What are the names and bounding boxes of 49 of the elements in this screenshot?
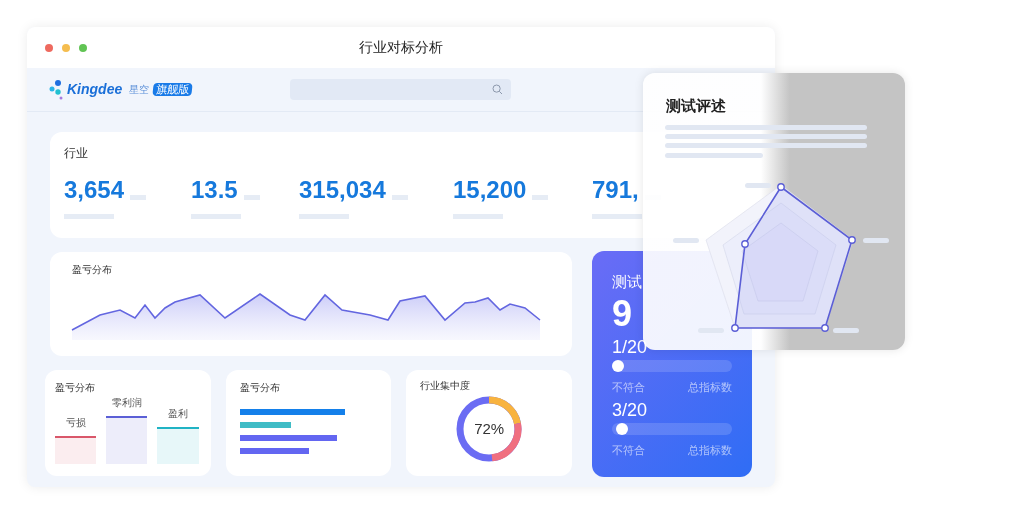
logo-text: Kingdee xyxy=(67,80,123,99)
bar-label: 盈利 xyxy=(168,407,189,421)
radar-point xyxy=(848,236,856,244)
placeholder-bar xyxy=(532,195,549,200)
bar-label: 亏损 xyxy=(65,416,86,430)
card-title: 行业 xyxy=(64,145,88,162)
progress-label: 总指标数 xyxy=(688,443,732,458)
radar-point xyxy=(731,324,739,332)
bar-label: 零利润 xyxy=(111,396,142,410)
radar-point xyxy=(821,324,829,332)
axis-label-placeholder xyxy=(833,328,859,333)
stat-value: 3,654 xyxy=(64,176,125,204)
placeholder-bar xyxy=(299,214,349,219)
radar-point xyxy=(741,240,749,248)
placeholder-bar xyxy=(64,214,114,219)
panel-title: 测试评述 xyxy=(666,96,726,116)
progress-reading: 3/20 xyxy=(612,399,649,421)
stat-value: 315,034 xyxy=(299,176,386,204)
placeholder-bar xyxy=(453,214,503,219)
card-title: 盈亏分布 xyxy=(55,381,96,395)
window-title: 行业对标分析 xyxy=(359,38,443,57)
placeholder-bar xyxy=(243,195,260,200)
axis-label-placeholder xyxy=(745,183,771,188)
logo-subtitle: 星空 xyxy=(129,83,150,97)
card-title: 行业集中度 xyxy=(420,379,472,393)
stat-value: 13.5 xyxy=(191,176,238,204)
search-field[interactable] xyxy=(290,79,511,100)
card-title: 盈亏分布 xyxy=(239,381,281,395)
percentage-value: 72% xyxy=(474,418,505,439)
stat-value: 15,200 xyxy=(453,176,527,204)
edition-badge: 旗舰版 xyxy=(152,83,193,96)
progress-label: 不符合 xyxy=(612,379,645,395)
axis-label-placeholder xyxy=(863,238,889,243)
placeholder-bar xyxy=(391,195,408,200)
placeholder-bar xyxy=(592,214,642,219)
axis-label-placeholder xyxy=(673,238,699,243)
dots-logo-icon xyxy=(49,79,63,100)
card-title: 测试 xyxy=(612,272,643,292)
progress-label: 不符合 xyxy=(612,443,645,458)
card-title: 盈亏分布 xyxy=(72,263,112,277)
donut-ring-drawing xyxy=(455,395,524,463)
score-value: 9 xyxy=(612,293,633,334)
placeholder-bar xyxy=(130,195,147,200)
stat-value: 791, xyxy=(592,176,639,204)
radar-point xyxy=(777,183,785,191)
progress-reading: 1/20 xyxy=(612,335,649,358)
progress-label: 总指标数 xyxy=(688,379,732,395)
placeholder-bar xyxy=(191,214,241,219)
search-icon xyxy=(492,84,503,95)
